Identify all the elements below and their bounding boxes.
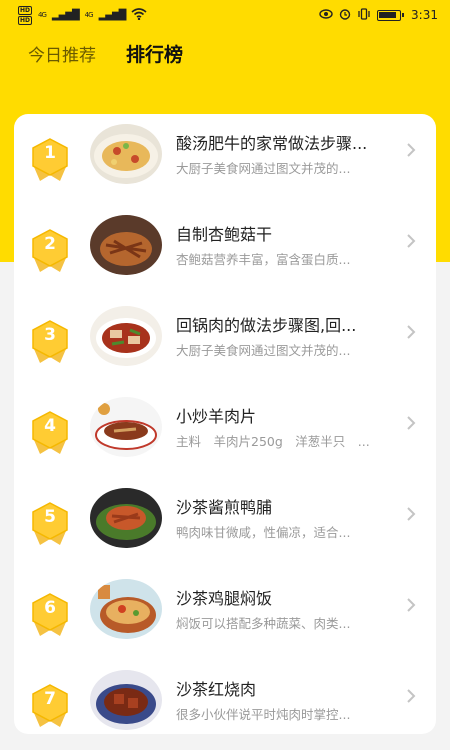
clock-time: 3:31 [411,8,438,22]
dish-thumbnail [90,215,162,275]
dish-title: 自制杏鲍菇干 [176,225,273,244]
status-bar: HD HD 4G ▂▄▆█ 4G ▂▄▆█ 3:31 [0,0,450,30]
list-item[interactable]: 2 自制杏鲍菇干 杏鲍菇营养丰富，富含蛋白质... [14,209,436,299]
vibrate-icon [357,7,371,23]
eye-icon [319,8,333,22]
dish-title: 沙茶酱煎鸭脯 [176,498,273,517]
dish-thumbnail [90,670,162,730]
tab-ranking[interactable]: 排行榜 [126,40,183,67]
rank-badge: 3 [30,319,70,365]
dish-thumbnail [90,397,162,457]
rank-number: 7 [44,689,56,709]
dish-thumbnail [90,124,162,184]
rank-badge: 6 [30,592,70,638]
rank-number: 4 [44,416,56,436]
dish-description: 大厨子美食网通过图文并茂的... [176,161,351,176]
list-item[interactable]: 7 沙茶红烧肉 很多小伙伴说平时炖肉时掌控... [14,664,436,734]
chevron-right-icon [404,322,418,342]
dish-title: 沙茶鸡腿焖饭 [176,589,273,608]
network-label: 4G [84,11,94,19]
list-item[interactable]: 5 沙茶酱煎鸭脯 鸭肉味甘微咸，性偏凉，适合... [14,482,436,572]
dish-title: 沙茶红烧肉 [176,680,257,699]
rank-badge: 4 [30,410,70,456]
dish-title: 小炒羊肉片 [176,407,257,426]
rank-badge: 1 [30,137,70,183]
rank-badge: 7 [30,683,70,729]
dish-thumbnail [90,488,162,548]
rank-number: 2 [44,234,56,254]
status-right: 3:31 [319,7,438,23]
dish-thumbnail [90,579,162,639]
tab-today-recommend[interactable]: 今日推荐 [28,41,96,66]
hd-icon: HD [18,15,33,25]
network-label: 4G [38,11,47,19]
dish-description: 杏鲍菇营养丰富，富含蛋白质... [176,252,351,267]
rank-badge: 5 [30,501,70,547]
rank-badge: 2 [30,228,70,274]
alarm-icon [339,8,351,23]
dish-title: 回锅肉的做法步骤图,回... [176,316,357,335]
rank-number: 6 [44,598,56,618]
chevron-right-icon [404,231,418,251]
dish-description: 很多小伙伴说平时炖肉时掌控... [176,707,351,722]
dish-title: 酸汤肥牛的家常做法步骤... [176,134,368,153]
chevron-right-icon [404,595,418,615]
battery-icon [377,9,405,21]
dish-description: 鸭肉味甘微咸，性偏凉，适合... [176,525,351,540]
list-item[interactable]: 4 小炒羊肉片 主料 羊肉片250g 洋葱半只 ... [14,391,436,481]
list-item[interactable]: 3 回锅肉的做法步骤图,回... 大厨子美食网通过图文并茂的... [14,300,436,390]
chevron-right-icon [404,413,418,433]
dish-description: 主料 羊肉片250g 洋葱半只 ... [176,434,370,449]
rank-number: 5 [44,507,56,527]
hd-indicators: HD HD [18,5,33,25]
ranking-list: 1 酸汤肥牛的家常做法步骤... 大厨子美食网通过图文并茂的... 2 自制杏鲍… [14,114,436,734]
top-tabs: 今日推荐 排行榜 [28,40,183,67]
list-item[interactable]: 6 沙茶鸡腿焖饭 焖饭可以搭配多种蔬菜、肉类... [14,573,436,663]
status-left: HD HD 4G ▂▄▆█ 4G ▂▄▆█ [18,5,147,25]
signal-icon: ▂▄▆█ [98,9,127,21]
rank-number: 1 [44,143,56,163]
chevron-right-icon [404,140,418,160]
rank-number: 3 [44,325,56,345]
chevron-right-icon [404,686,418,706]
wifi-icon [131,7,147,23]
list-item[interactable]: 1 酸汤肥牛的家常做法步骤... 大厨子美食网通过图文并茂的... [14,118,436,208]
dish-description: 大厨子美食网通过图文并茂的... [176,343,351,358]
hd-icon: HD [18,5,33,15]
signal-icon: ▂▄▆█ [51,9,80,21]
dish-description: 焖饭可以搭配多种蔬菜、肉类... [176,616,351,631]
chevron-right-icon [404,504,418,524]
dish-thumbnail [90,306,162,366]
